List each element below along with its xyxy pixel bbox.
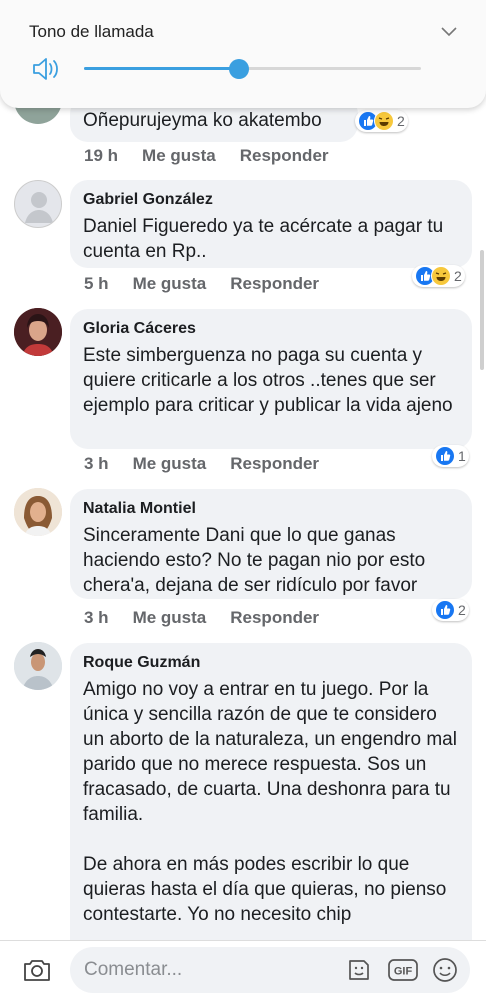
avatar[interactable]: [14, 488, 62, 536]
comment-author[interactable]: Gabriel González: [83, 190, 458, 210]
comment-author[interactable]: Natalia Montiel: [83, 499, 458, 519]
like-link[interactable]: Me gusta: [133, 274, 207, 294]
volume-slider-thumb[interactable]: [229, 59, 250, 79]
comment-bubble[interactable]: Gloria Cáceres Este simberguenza no paga…: [70, 309, 472, 449]
volume-title: Tono de llamada: [29, 22, 154, 41]
comment-meta: 5 h Me gusta Responder: [84, 274, 319, 294]
comment-time: 3 h: [84, 454, 109, 473]
profile-photo-icon: [14, 488, 62, 536]
comment-input-placeholder: Comentar...: [84, 959, 183, 980]
like-link[interactable]: Me gusta: [133, 608, 207, 628]
volume-panel: Tono de llamada: [0, 0, 486, 108]
comment-author[interactable]: Gloria Cáceres: [83, 319, 458, 339]
comment-text: Amigo no voy a entrar en tu juego. Por l…: [83, 679, 457, 925]
comment-bubble[interactable]: Natalia Montiel Sinceramente Dani que lo…: [70, 489, 472, 599]
chevron-down-icon[interactable]: [440, 22, 458, 45]
gif-label: GIF: [394, 966, 413, 978]
reply-link[interactable]: Responder: [230, 454, 319, 474]
reaction-count: 2: [454, 268, 462, 284]
speaker-icon[interactable]: [32, 56, 62, 87]
sticker-icon[interactable]: [346, 957, 372, 988]
reaction-summary[interactable]: 2: [355, 110, 408, 132]
reaction-summary[interactable]: 2: [432, 599, 469, 621]
comment-composer: Comentar... GIF: [0, 940, 486, 1001]
comment-bubble[interactable]: Roque Guzmán Amigo no voy a entrar en tu…: [70, 643, 472, 940]
avatar[interactable]: [14, 180, 62, 228]
like-reaction-icon: [435, 446, 455, 466]
comment-meta: 3 h Me gusta Responder: [84, 608, 319, 628]
comments-feed[interactable]: Oñepurujeyma ko akatembo 2 19 h Me gusta…: [0, 0, 486, 940]
comment-time: 5 h: [84, 274, 109, 293]
reaction-summary[interactable]: 2: [412, 265, 465, 287]
reaction-summary[interactable]: 1: [432, 445, 469, 467]
haha-reaction-icon: [431, 266, 451, 286]
volume-slider[interactable]: [84, 59, 421, 79]
reply-link[interactable]: Responder: [230, 274, 319, 294]
reaction-count: 2: [397, 113, 405, 129]
avatar[interactable]: [14, 308, 62, 356]
comment-text: Daniel Figueredo ya te acércate a pagar …: [83, 216, 444, 262]
volume-slider-fill: [84, 67, 240, 70]
like-link[interactable]: Me gusta: [133, 454, 207, 474]
profile-photo-icon: [14, 308, 62, 356]
comment-bubble[interactable]: Gabriel González Daniel Figueredo ya te …: [70, 180, 472, 268]
comment-meta: 3 h Me gusta Responder: [84, 454, 319, 474]
camera-icon[interactable]: [22, 957, 52, 988]
avatar[interactable]: [14, 642, 62, 690]
reaction-count: 2: [458, 602, 466, 618]
comment-time: 19 h: [84, 146, 119, 165]
comment-meta: 19 h Me gusta Responder: [84, 146, 329, 166]
like-reaction-icon: [435, 600, 455, 620]
haha-reaction-icon: [374, 111, 394, 131]
comment-input[interactable]: Comentar... GIF: [70, 947, 470, 993]
reply-link[interactable]: Responder: [240, 146, 329, 166]
comment-author[interactable]: Roque Guzmán: [83, 653, 458, 673]
scrollbar[interactable]: [480, 250, 484, 370]
comment-text: Oñepurujeyma ko akatembo: [83, 110, 322, 131]
emoji-icon[interactable]: [432, 957, 458, 988]
reply-link[interactable]: Responder: [230, 608, 319, 628]
profile-photo-icon: [14, 642, 62, 690]
like-link[interactable]: Me gusta: [142, 146, 216, 166]
comment-time: 3 h: [84, 608, 109, 627]
comment-text: Este simberguenza no paga su cuenta y qu…: [83, 345, 453, 416]
gif-icon[interactable]: GIF: [388, 958, 418, 987]
reaction-count: 1: [458, 448, 466, 464]
comment-text: Sinceramente Dani que lo que ganas hacie…: [83, 525, 426, 596]
default-avatar-icon: [25, 192, 53, 223]
